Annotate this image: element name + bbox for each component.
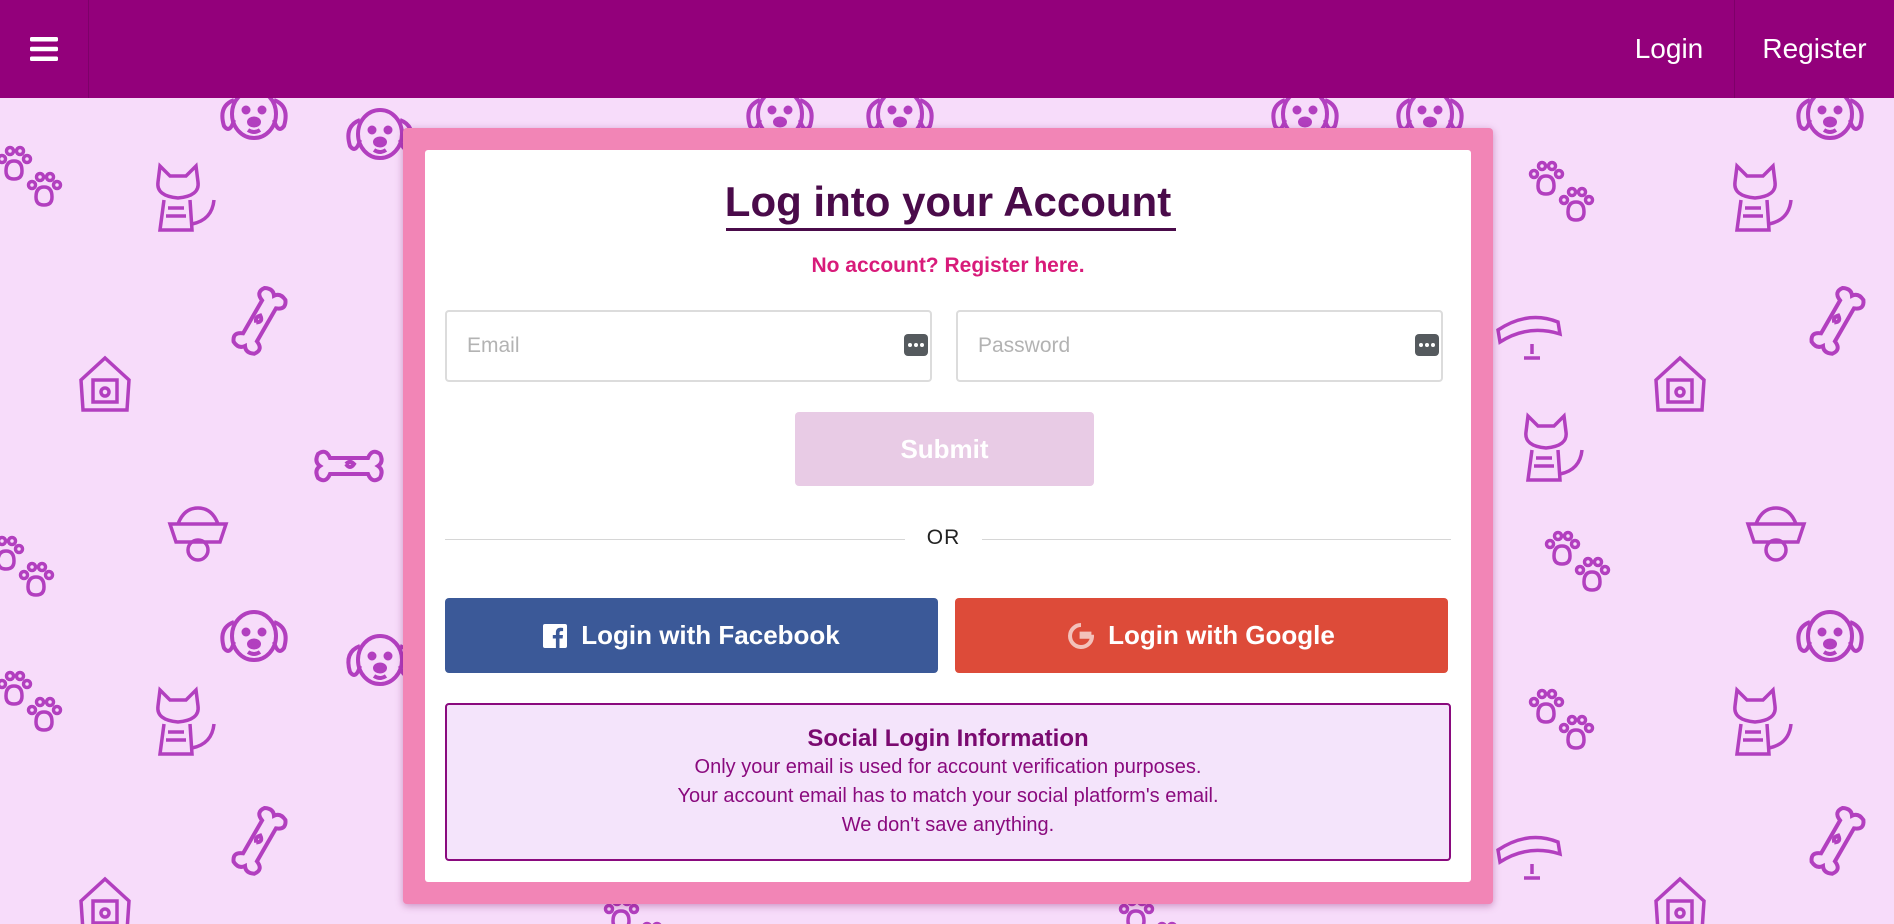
divider-line [445,539,905,540]
page-title: Log into your Account [724,178,1172,225]
top-navigation-bar: Login Register [0,0,1894,98]
submit-button[interactable]: Submit [795,412,1094,486]
password-manager-icon[interactable] [1415,334,1439,356]
divider-line [982,539,1451,540]
login-panel: Log into your Account No account? Regist… [425,150,1471,882]
google-button-label: Login with Google [1108,620,1335,650]
social-login-info-box: Social Login Information Only your email… [445,703,1451,861]
password-input[interactable] [958,312,1441,380]
password-manager-icon[interactable] [904,334,928,356]
password-field [956,310,1443,382]
login-with-facebook-button[interactable]: Login with Facebook [445,598,938,673]
nav-login-link[interactable]: Login [1604,0,1735,98]
login-panel-frame: Log into your Account No account? Regist… [403,128,1493,904]
nav-register-link[interactable]: Register [1735,0,1894,98]
email-field [445,310,932,382]
facebook-button-label: Login with Facebook [581,620,840,650]
facebook-icon [543,623,568,648]
info-title: Social Login Information [807,725,1089,752]
info-line: We don't save anything. [841,814,1055,836]
email-input[interactable] [447,312,930,380]
login-with-google-button[interactable]: Login with Google [955,598,1448,673]
google-icon [1068,622,1095,649]
menu-button[interactable] [0,0,89,98]
hamburger-menu-icon [30,37,58,61]
or-divider-text: OR [926,526,961,549]
title-underline [726,228,1176,231]
info-line: Only your email is used for account veri… [694,756,1202,778]
info-line: Your account email has to match your soc… [677,785,1219,807]
register-here-link[interactable]: No account? Register here. [425,254,1471,278]
